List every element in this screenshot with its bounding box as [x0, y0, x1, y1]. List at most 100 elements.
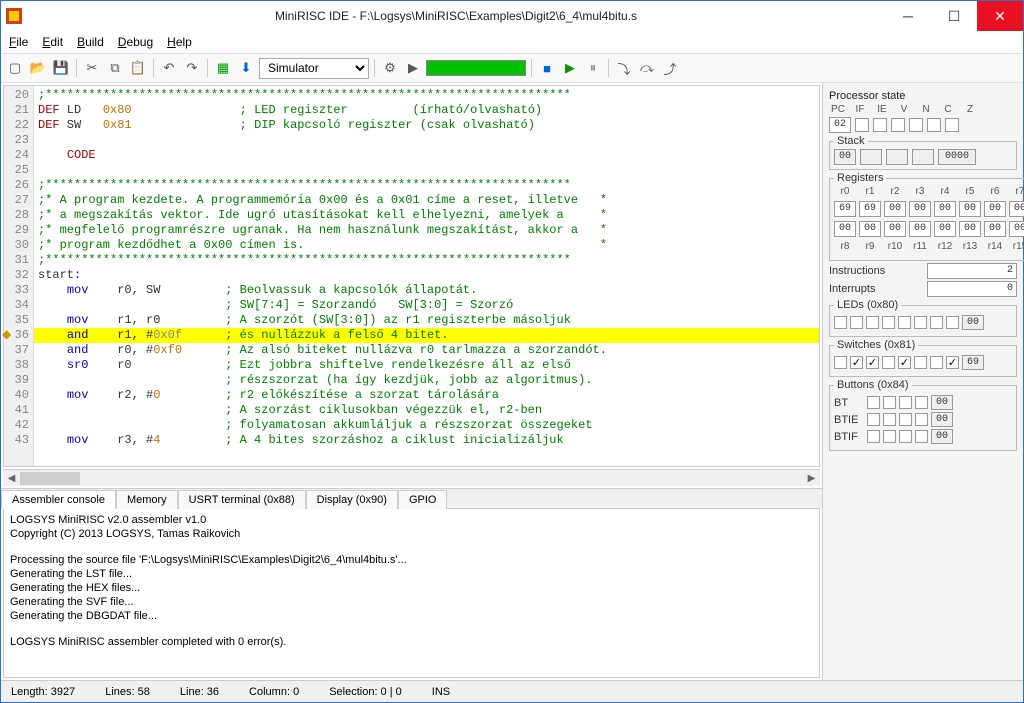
scroll-right-icon[interactable]: ▶: [803, 470, 820, 487]
switches-title: Switches (0x81): [834, 339, 918, 351]
pause-icon[interactable]: ⏸: [583, 58, 603, 78]
close-button[interactable]: ✕: [977, 1, 1023, 31]
btie-label: BTIE: [834, 414, 864, 426]
btie-value: 00: [931, 412, 953, 427]
status-ins: INS: [432, 686, 450, 698]
console-line: Generating the DBGDAT file...: [10, 609, 813, 623]
registers-group: Registers r0r1r2r3r4r5r6r7 6969000000000…: [829, 172, 1024, 261]
led-bit[interactable]: [882, 316, 895, 329]
led-bit[interactable]: [946, 316, 959, 329]
maximize-button[interactable]: ☐: [931, 1, 977, 31]
flag-n[interactable]: [909, 118, 923, 132]
flag-z[interactable]: [945, 118, 959, 132]
minimize-button[interactable]: ─: [885, 1, 931, 31]
tab-display[interactable]: Display (0x90): [306, 490, 398, 509]
menubar: File Edit Build Debug Help: [1, 31, 1023, 53]
menu-help[interactable]: Help: [167, 35, 192, 49]
switch-bit[interactable]: [850, 356, 863, 369]
leds-group: LEDs (0x80) 00: [829, 299, 1017, 337]
stack-group: Stack 000000: [829, 135, 1017, 170]
pc-value[interactable]: 02: [829, 117, 851, 133]
run-target-icon[interactable]: ▶: [403, 58, 423, 78]
switch-bit[interactable]: [946, 356, 959, 369]
console-line: Processing the source file 'F:\Logsys\Mi…: [10, 553, 813, 567]
menu-file[interactable]: File: [9, 35, 28, 49]
save-icon[interactable]: 💾: [51, 58, 71, 78]
bt-label: BT: [834, 397, 864, 409]
switch-bit[interactable]: [866, 356, 879, 369]
status-length: Length: 3927: [11, 686, 75, 698]
toolbar: ▢ 📂 💾 ✂ ⧉ 📋 ↶ ↷ ▦ ⬇ Simulator ⚙ ▶ ■ ▶ ⏸ …: [1, 53, 1023, 83]
tab-usrt[interactable]: USRT terminal (0x88): [178, 490, 306, 509]
led-bit[interactable]: [866, 316, 879, 329]
menu-debug[interactable]: Debug: [118, 35, 153, 49]
bt-value: 00: [931, 395, 953, 410]
switch-bit[interactable]: [834, 356, 847, 369]
new-icon[interactable]: ▢: [5, 58, 25, 78]
buttons-group: Buttons (0x84) BT00 BTIE00 BTIF00: [829, 379, 1017, 451]
download-icon[interactable]: ⬇: [236, 58, 256, 78]
scroll-thumb[interactable]: [20, 472, 80, 485]
step-out-icon[interactable]: ⤴: [660, 58, 680, 78]
menu-build[interactable]: Build: [77, 35, 104, 49]
flag-v[interactable]: [891, 118, 905, 132]
led-bit[interactable]: [930, 316, 943, 329]
switches-group: Switches (0x81) 69: [829, 339, 1017, 377]
console-line: LOGSYS MiniRISC v2.0 assembler v1.0: [10, 513, 813, 527]
app-icon: [1, 8, 27, 24]
led-bit[interactable]: [898, 316, 911, 329]
tab-assembler-console[interactable]: Assembler console: [1, 490, 116, 509]
assembler-console[interactable]: LOGSYS MiniRISC v2.0 assembler v1.0 Copy…: [3, 508, 820, 678]
status-selection: Selection: 0 | 0: [329, 686, 402, 698]
console-line: Generating the SVF file...: [10, 595, 813, 609]
code-editor[interactable]: 2021222324252627282930313233343536373839…: [3, 85, 820, 467]
progress-bar: [426, 60, 526, 76]
btif-label: BTIF: [834, 431, 864, 443]
buttons-title: Buttons (0x84): [834, 379, 912, 391]
flag-c[interactable]: [927, 118, 941, 132]
open-icon[interactable]: 📂: [28, 58, 48, 78]
config-icon[interactable]: ⚙: [380, 58, 400, 78]
instructions-value[interactable]: 2: [927, 263, 1017, 279]
bottom-tabs: Assembler console Memory USRT terminal (…: [1, 488, 822, 508]
undo-icon[interactable]: ↶: [159, 58, 179, 78]
led-bit[interactable]: [850, 316, 863, 329]
led-bit[interactable]: [834, 316, 847, 329]
code-area[interactable]: ;***************************************…: [34, 86, 819, 466]
switch-bit[interactable]: [930, 356, 943, 369]
titlebar: MiniRISC IDE - F:\Logsys\MiniRISC\Exampl…: [1, 1, 1023, 31]
leds-title: LEDs (0x80): [834, 299, 901, 311]
status-lines: Lines: 58: [105, 686, 150, 698]
console-line: Copyright (C) 2013 LOGSYS, Tamas Raikovi…: [10, 527, 813, 541]
console-line: Generating the HEX files...: [10, 581, 813, 595]
processor-state-title: Processor state: [829, 90, 1017, 102]
step-into-icon[interactable]: ⤵: [614, 58, 634, 78]
play-icon[interactable]: ▶: [560, 58, 580, 78]
registers-title: Registers: [834, 172, 886, 184]
tab-memory[interactable]: Memory: [116, 490, 178, 509]
flag-if[interactable]: [855, 118, 869, 132]
redo-icon[interactable]: ↷: [182, 58, 202, 78]
copy-icon[interactable]: ⧉: [105, 58, 125, 78]
scroll-left-icon[interactable]: ◀: [3, 470, 20, 487]
switch-bit[interactable]: [914, 356, 927, 369]
flag-ie[interactable]: [873, 118, 887, 132]
statusbar: Length: 3927 Lines: 58 Line: 36 Column: …: [1, 680, 1023, 702]
paste-icon[interactable]: 📋: [128, 58, 148, 78]
target-select[interactable]: Simulator: [259, 58, 369, 79]
led-bit[interactable]: [914, 316, 927, 329]
status-line: Line: 36: [180, 686, 219, 698]
cut-icon[interactable]: ✂: [82, 58, 102, 78]
build-icon[interactable]: ▦: [213, 58, 233, 78]
interrupts-value[interactable]: 0: [927, 281, 1017, 297]
step-over-icon[interactable]: ⤼: [637, 58, 657, 78]
interrupts-label: Interrupts: [829, 283, 875, 295]
stop-icon[interactable]: ■: [537, 58, 557, 78]
stack-title: Stack: [834, 135, 868, 147]
instructions-label: Instructions: [829, 265, 885, 277]
switch-bit[interactable]: [898, 356, 911, 369]
horizontal-scrollbar[interactable]: ◀ ▶: [3, 469, 820, 486]
switch-bit[interactable]: [882, 356, 895, 369]
menu-edit[interactable]: Edit: [42, 35, 63, 49]
tab-gpio[interactable]: GPIO: [398, 490, 448, 509]
